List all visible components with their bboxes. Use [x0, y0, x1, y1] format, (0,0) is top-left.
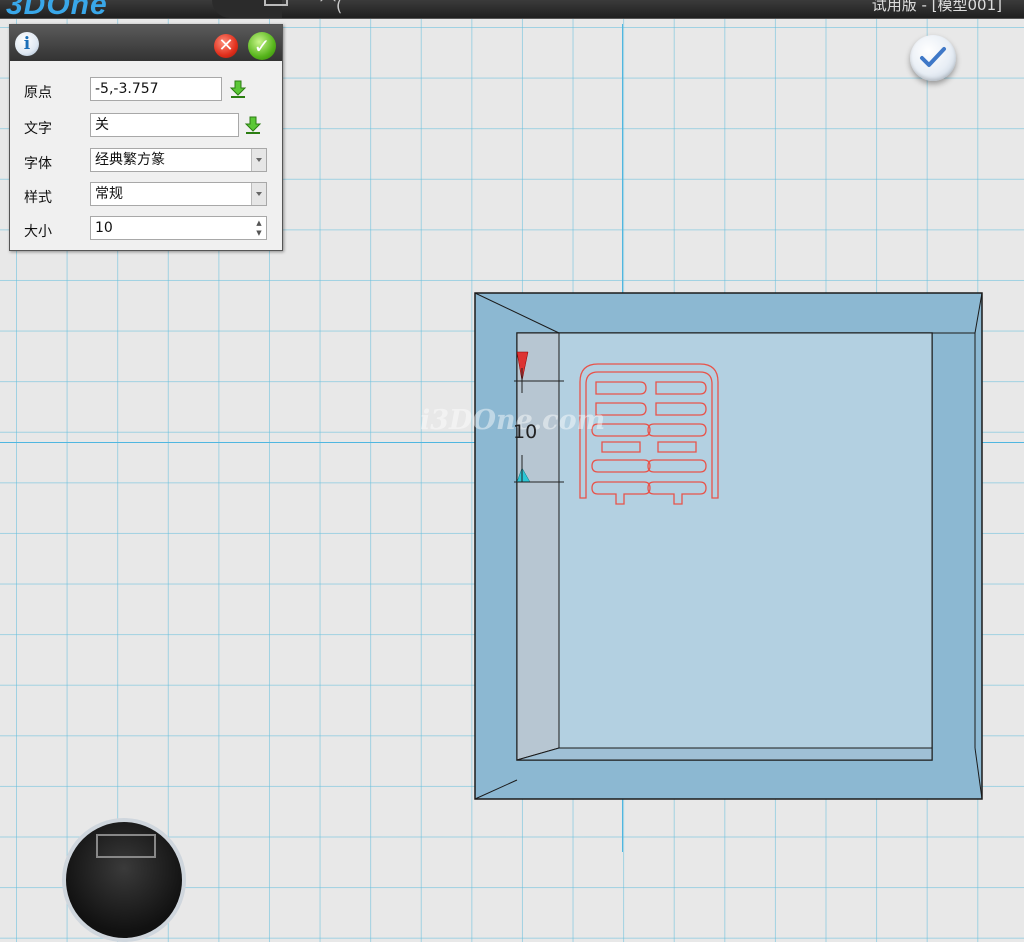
style-label: 样式	[24, 190, 52, 206]
confirm-check-icon	[920, 47, 946, 67]
close-icon[interactable]: ✕	[214, 34, 238, 58]
view-navigator[interactable]	[62, 818, 186, 942]
size-spinner[interactable]: 10 ▲ ▼	[90, 216, 267, 240]
text-input[interactable]: 关	[90, 113, 239, 137]
origin-row: 原点 -5,-3.757	[10, 75, 282, 105]
origin-input[interactable]: -5,-3.757	[90, 77, 222, 101]
text-property-panel: i ✕ ✓ 原点 -5,-3.757 文字 关 字体 经典繁方篆 样式 常规 大…	[9, 24, 283, 251]
pick-point-arrow-icon[interactable]	[228, 79, 248, 99]
confirm-button[interactable]	[910, 35, 956, 81]
pick-text-arrow-icon[interactable]	[243, 115, 263, 135]
origin-label: 原点	[24, 85, 52, 101]
dimension-value-label[interactable]: 10	[513, 421, 537, 443]
chevron-down-icon[interactable]	[251, 183, 266, 205]
font-row: 字体 经典繁方篆	[10, 146, 282, 176]
panel-header: i ✕ ✓	[10, 25, 282, 61]
font-label: 字体	[24, 156, 52, 172]
size-label: 大小	[24, 224, 52, 240]
style-select[interactable]: 常规	[90, 182, 267, 206]
chevron-down-icon[interactable]	[251, 149, 266, 171]
info-icon[interactable]: i	[15, 32, 39, 56]
cavity-left-wall	[516, 332, 560, 761]
style-row: 样式 常规	[10, 180, 282, 210]
text-row: 文字 关	[10, 111, 282, 141]
font-select[interactable]: 经典繁方篆	[90, 148, 267, 172]
cavity-bottom-wall	[516, 747, 933, 761]
cavity-floor	[558, 332, 933, 749]
style-select-value: 常规	[95, 186, 123, 202]
spinner-arrows-icon[interactable]: ▲ ▼	[254, 218, 264, 238]
view-cube-icon[interactable]	[96, 834, 156, 858]
size-spinner-value: 10	[95, 220, 113, 236]
size-row: 大小 10 ▲ ▼	[10, 214, 282, 244]
font-select-value: 经典繁方篆	[95, 152, 165, 168]
ok-check-icon[interactable]: ✓	[248, 32, 276, 60]
text-label: 文字	[24, 121, 52, 137]
